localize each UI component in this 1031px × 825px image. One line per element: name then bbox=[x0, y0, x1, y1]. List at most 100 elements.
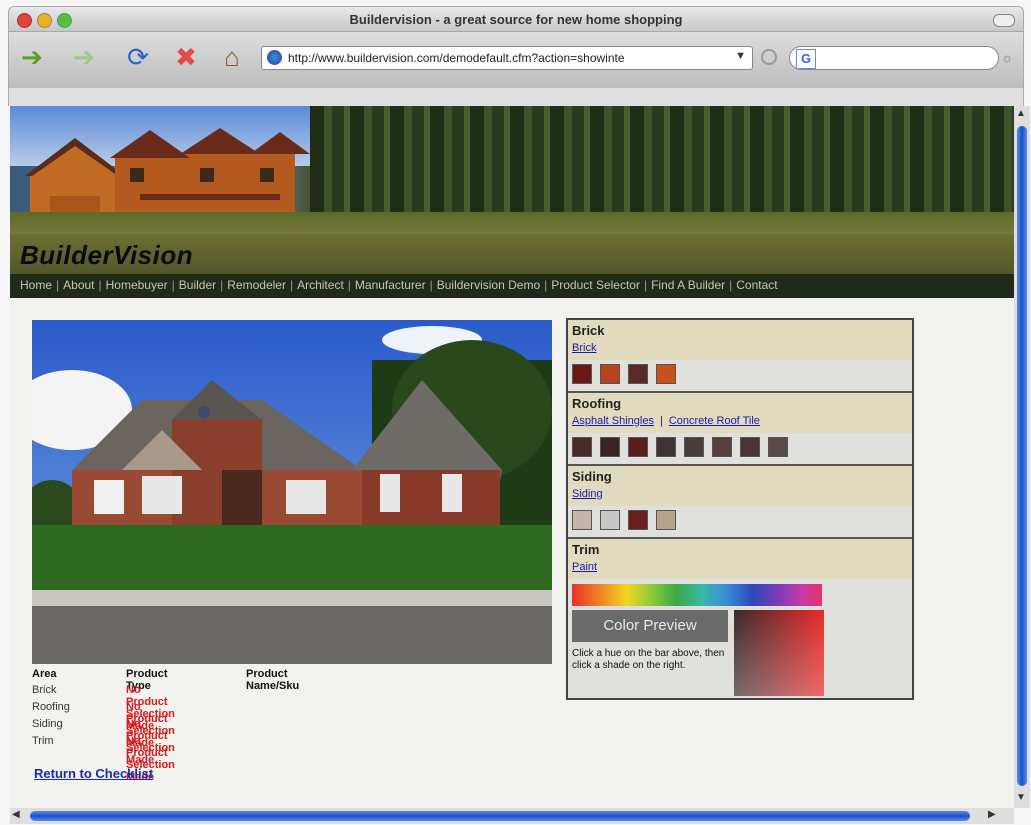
header-area: Area bbox=[32, 668, 57, 680]
siding-section: Siding Siding bbox=[568, 466, 912, 539]
siding-swatch[interactable] bbox=[628, 510, 648, 530]
siding-link[interactable]: Siding bbox=[572, 488, 603, 500]
horizontal-scroll-thumb[interactable] bbox=[30, 811, 970, 821]
brick-swatch[interactable] bbox=[656, 364, 676, 384]
nav-item-manufacturer[interactable]: Manufacturer bbox=[355, 278, 426, 292]
roofing-swatch[interactable] bbox=[656, 437, 676, 457]
nav-item-architect[interactable]: Architect bbox=[297, 278, 344, 292]
row-area: Brick bbox=[32, 684, 57, 696]
bookmarks-bar bbox=[8, 88, 1024, 106]
site-nav: Home | About | Homebuyer | Builder | Remodeler | A… bbox=[10, 274, 1014, 298]
search-engine-icon[interactable]: G bbox=[796, 49, 816, 69]
nav-separator: | bbox=[56, 278, 60, 292]
nav-separator: | bbox=[544, 278, 548, 292]
nav-separator: | bbox=[98, 278, 102, 292]
row-area: Roofing bbox=[32, 701, 70, 713]
stop-icon[interactable]: ✖ bbox=[169, 42, 203, 72]
browser-toolbar: ➔ ➔ ⟳ ✖ ⌂ http://www.buildervision.com/d… bbox=[8, 32, 1024, 88]
scroll-up-icon[interactable]: ▲ bbox=[1016, 108, 1026, 119]
reload-icon[interactable]: ⟳ bbox=[121, 42, 155, 72]
back-arrow-icon[interactable]: ➔ bbox=[15, 42, 49, 72]
concrete-roof-tile-link[interactable]: Concrete Roof Tile bbox=[669, 415, 760, 427]
roofing-section: Roofing Asphalt Shingles | Concrete Roof T… bbox=[568, 393, 912, 466]
nav-item-product-selector[interactable]: Product Selector bbox=[551, 278, 640, 292]
web-page: BuilderVision Home | About | Homebuyer | Build… bbox=[10, 106, 1014, 808]
nav-separator: | bbox=[289, 278, 294, 292]
horizontal-scrollbar[interactable]: ◀ ▶ bbox=[10, 808, 1014, 824]
vertical-scroll-thumb[interactable] bbox=[1017, 126, 1027, 786]
nav-separator: | bbox=[171, 278, 175, 292]
nav-item-buildervision-demo[interactable]: Buildervision Demo bbox=[437, 278, 540, 292]
banner-grass bbox=[10, 212, 1014, 236]
vertical-scrollbar[interactable]: ▲ ▼ bbox=[1014, 106, 1030, 808]
nav-item-remodeler[interactable]: Remodeler bbox=[227, 278, 286, 292]
header-product-name: Product Name/Sku bbox=[246, 668, 300, 692]
roofing-swatch[interactable] bbox=[628, 437, 648, 457]
roofing-swatch[interactable] bbox=[768, 437, 788, 457]
roofing-header: Roofing Asphalt Shingles | Concrete Roof T… bbox=[568, 393, 912, 433]
toolbar-overflow-icon[interactable]: ☼ bbox=[1001, 50, 1013, 65]
brick-swatch[interactable] bbox=[628, 364, 648, 384]
return-to-checklist-link[interactable]: Return to Checklist bbox=[34, 766, 153, 781]
asphalt-shingles-link[interactable]: Asphalt Shingles bbox=[572, 415, 654, 427]
address-bar[interactable]: http://www.buildervision.com/demodefault… bbox=[261, 46, 753, 70]
nav-separator: | bbox=[347, 278, 351, 292]
roofing-swatch[interactable] bbox=[684, 437, 704, 457]
brick-swatch[interactable] bbox=[572, 364, 592, 384]
window-title: Buildervision - a great source for new h… bbox=[349, 12, 683, 27]
brick-link[interactable]: Brick bbox=[572, 342, 596, 354]
roofing-swatch[interactable] bbox=[572, 437, 592, 457]
search-input[interactable]: G bbox=[789, 46, 999, 70]
site-logo[interactable]: BuilderVision bbox=[20, 240, 193, 271]
nav-item-homebuyer[interactable]: Homebuyer bbox=[106, 278, 168, 292]
brick-section: Brick Brick bbox=[568, 320, 912, 393]
url-text[interactable]: http://www.buildervision.com/demodefault… bbox=[288, 51, 625, 65]
toolbar-toggle-button[interactable] bbox=[993, 14, 1015, 27]
home-icon[interactable]: ⌂ bbox=[215, 42, 249, 72]
nav-item-contact[interactable]: Contact bbox=[736, 278, 777, 292]
product-selector-panel: Brick Brick Roofing Asphalt Shingles | Con… bbox=[566, 318, 914, 700]
banner-house-image bbox=[25, 128, 310, 224]
globe-icon bbox=[267, 50, 282, 65]
scroll-left-icon[interactable]: ◀ bbox=[12, 809, 20, 820]
nav-item-home[interactable]: Home bbox=[20, 278, 52, 292]
siding-swatch[interactable] bbox=[656, 510, 676, 530]
trim-title: Trim bbox=[572, 542, 600, 557]
go-button[interactable] bbox=[761, 49, 777, 65]
logo-text-prefix: Builder bbox=[20, 240, 114, 270]
nav-item-about[interactable]: About bbox=[63, 278, 94, 292]
house-preview-image bbox=[32, 320, 552, 664]
brick-header: Brick Brick bbox=[568, 320, 912, 360]
forward-arrow-icon[interactable]: ➔ bbox=[67, 42, 101, 72]
trim-header: Trim Paint bbox=[568, 539, 912, 579]
logo-text-suffix: Vision bbox=[113, 240, 194, 270]
scroll-down-icon[interactable]: ▼ bbox=[1016, 792, 1026, 803]
nav-separator: | bbox=[729, 278, 733, 292]
color-preview-button[interactable]: Color Preview bbox=[572, 610, 728, 642]
nav-item-builder[interactable]: Builder bbox=[179, 278, 216, 292]
siding-swatch[interactable] bbox=[600, 510, 620, 530]
brick-title: Brick bbox=[572, 323, 605, 338]
shade-picker[interactable] bbox=[734, 610, 824, 696]
hue-bar[interactable] bbox=[572, 584, 822, 606]
roofing-swatch[interactable] bbox=[600, 437, 620, 457]
roofing-swatch[interactable] bbox=[740, 437, 760, 457]
paint-link[interactable]: Paint bbox=[572, 561, 597, 573]
trim-links: Paint bbox=[572, 561, 597, 573]
color-hint-text: Click a hue on the bar above, then click… bbox=[572, 648, 725, 671]
url-dropdown-icon[interactable]: ▼ bbox=[735, 50, 746, 62]
nav-item-find-a-builder[interactable]: Find A Builder bbox=[651, 278, 725, 292]
brick-links: Brick bbox=[572, 342, 596, 354]
roofing-swatches bbox=[572, 437, 788, 457]
siding-links: Siding bbox=[572, 488, 603, 500]
scroll-right-icon[interactable]: ▶ bbox=[988, 809, 996, 820]
brick-swatches bbox=[572, 364, 676, 384]
siding-swatch[interactable] bbox=[572, 510, 592, 530]
brick-swatch[interactable] bbox=[600, 364, 620, 384]
nav-list: Home | About | Homebuyer | Builder | Remodeler | A… bbox=[20, 278, 778, 292]
link-separator: | bbox=[659, 415, 663, 427]
nav-separator: | bbox=[643, 278, 648, 292]
roofing-swatch[interactable] bbox=[712, 437, 732, 457]
window-titlebar: Buildervision - a great source for new h… bbox=[8, 6, 1024, 32]
roofing-title: Roofing bbox=[572, 396, 622, 411]
